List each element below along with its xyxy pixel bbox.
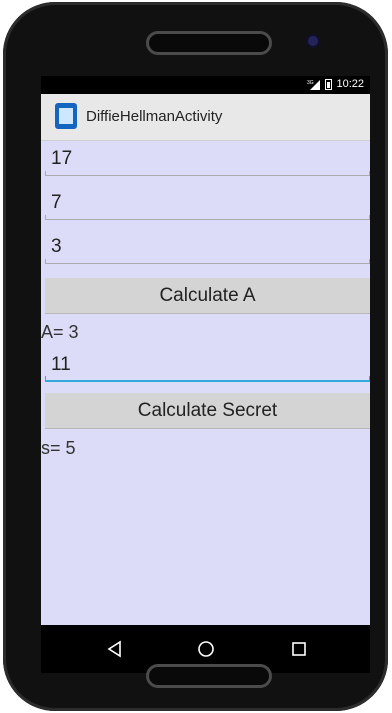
input-underline [45,171,370,176]
home-icon[interactable] [196,639,216,659]
app-title: DiffieHellmanActivity [86,108,223,125]
device-screen: 3G 10:22 DiffieHellmanActivity 17 7 3 Ca… [41,76,370,673]
calculate-secret-button[interactable]: Calculate Secret [45,393,370,429]
input-underline-focused [45,376,370,382]
bottom-speaker [146,664,272,688]
calculate-a-button[interactable]: Calculate A [45,278,370,314]
status-bar: 3G 10:22 [41,76,370,94]
network-type: 3G [307,80,314,86]
input-field-4-value[interactable]: 11 [51,354,71,376]
status-icons: 3G 10:22 [307,78,364,90]
input-field-2-value[interactable]: 7 [51,192,62,214]
app-icon [55,103,77,129]
input-field-4[interactable]: 11 [45,348,370,384]
front-camera [308,36,318,46]
result-secret-text: s= 5 [41,438,76,458]
status-time: 10:22 [336,78,364,90]
back-icon[interactable] [105,639,125,659]
signal-icon: 3G [307,79,321,90]
result-a-text: A= 3 [41,322,79,342]
input-field-3-value[interactable]: 3 [51,236,62,258]
earpiece-speaker [146,31,272,55]
recents-icon[interactable] [289,639,309,659]
input-field-1-value[interactable]: 17 [51,148,72,170]
battery-icon [325,78,333,90]
phone-frame: 3G 10:22 DiffieHellmanActivity 17 7 3 Ca… [3,2,388,711]
action-bar: DiffieHellmanActivity [41,94,370,141]
input-underline [45,259,370,264]
input-underline [45,215,370,220]
input-field-2[interactable]: 7 [45,186,370,222]
input-field-3[interactable]: 3 [45,230,370,266]
input-field-1[interactable]: 17 [45,142,370,178]
